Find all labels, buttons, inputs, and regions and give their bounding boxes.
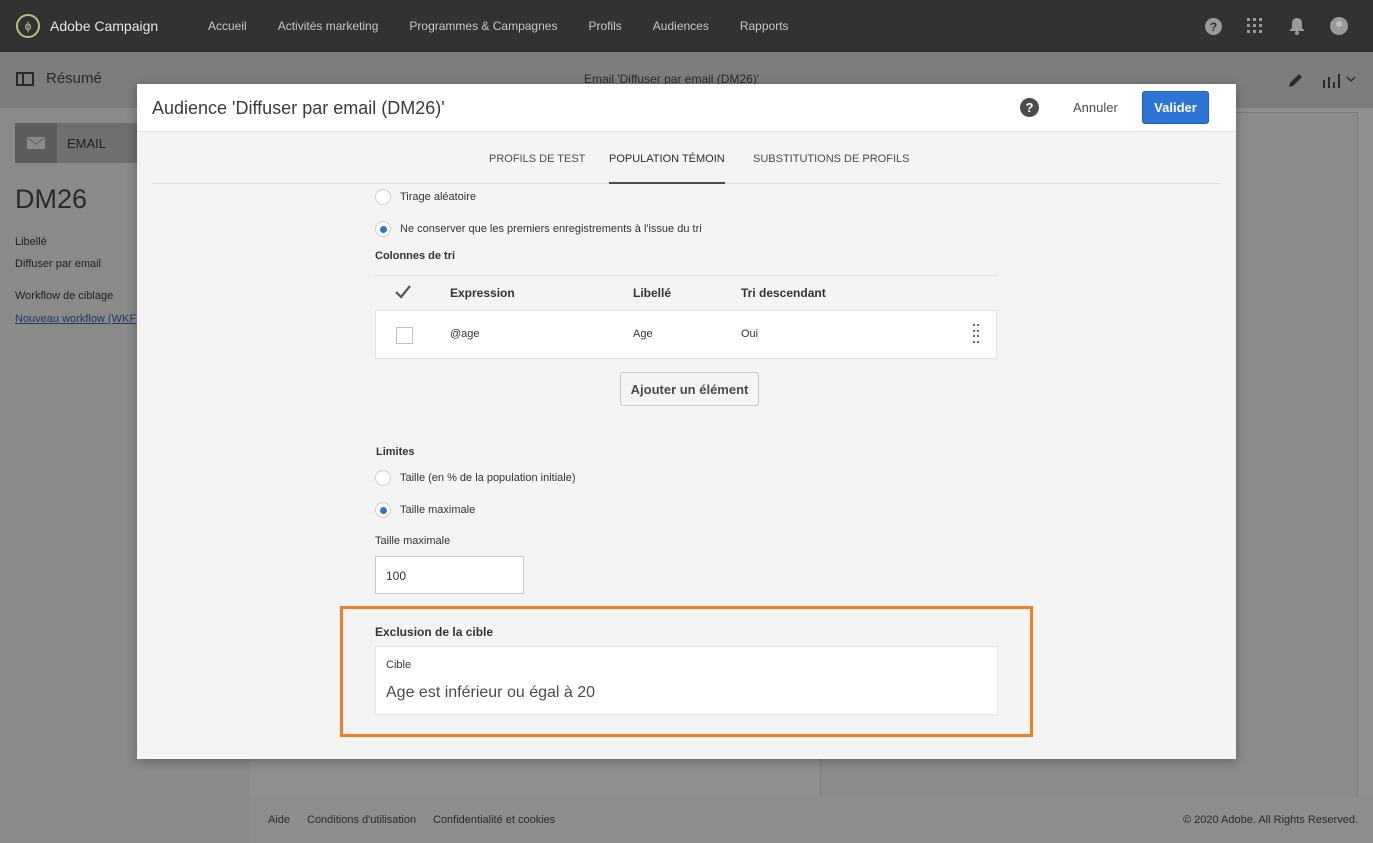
sort-columns-label: Colonnes de tri (375, 250, 456, 262)
sidebar-panel-icon (16, 71, 34, 86)
brand-name: Adobe Campaign (50, 18, 159, 34)
summary-toggle[interactable]: Résumé (16, 70, 102, 87)
radio-keep-first-label: Ne conserver que les premiers enregistre… (400, 223, 702, 235)
max-size-input[interactable]: 100 (375, 556, 524, 594)
radio-button[interactable] (375, 189, 391, 205)
libelle-label: Libellé (15, 236, 47, 248)
help-icon[interactable]: ? (1020, 98, 1039, 117)
footer-privacy-link[interactable]: Confidentialité et cookies (433, 814, 555, 826)
footer-copyright: © 2020 Adobe. All Rights Reserved. (1182, 814, 1358, 826)
nav-item-accueil[interactable]: Accueil (208, 19, 247, 33)
envelope-icon (15, 123, 57, 163)
top-navigation-bar: ɸ Adobe Campaign Accueil Activités marke… (0, 0, 1373, 52)
radio-button-selected[interactable] (375, 221, 391, 237)
add-element-button[interactable]: Ajouter un élément (620, 372, 759, 406)
column-header-libelle: Libellé (633, 286, 672, 300)
dialog-tabs: PROFILS DE TEST POPULATION TÉMOIN SUBSTI… (152, 132, 1220, 184)
radio-button-selected[interactable] (375, 502, 391, 518)
radio-random-draw[interactable]: Tirage aléatoire (375, 189, 476, 205)
tab-profils-de-test[interactable]: PROFILS DE TEST (489, 153, 585, 165)
table-row[interactable]: @age Age Oui (375, 310, 997, 359)
radio-size-percent[interactable]: Taille (en % de la population initiale) (375, 470, 576, 486)
audience-dialog: Audience 'Diffuser par email (DM26)' ? A… (137, 84, 1236, 759)
cell-tri: Oui (741, 328, 759, 340)
radio-random-draw-label: Tirage aléatoire (400, 191, 477, 203)
channel-label: EMAIL (67, 135, 107, 151)
nav-item-activites-marketing[interactable]: Activités marketing (278, 19, 379, 33)
tab-population-temoin[interactable]: POPULATION TÉMOIN (609, 153, 725, 184)
workflow-label: Workflow de ciblage (15, 290, 114, 302)
footer-help-link[interactable]: Aide (268, 814, 290, 826)
libelle-value: Diffuser par email (15, 258, 101, 270)
nav-item-programmes-campagnes[interactable]: Programmes & Campagnes (409, 19, 557, 33)
column-header-expression: Expression (450, 286, 515, 300)
analytics-chart-icon[interactable] (1322, 70, 1358, 95)
radio-size-max-label: Taille maximale (400, 504, 476, 516)
dialog-header: Audience 'Diffuser par email (DM26)' ? A… (137, 84, 1236, 132)
nav-item-profils[interactable]: Profils (588, 19, 621, 33)
cell-expression: @age (450, 328, 480, 340)
radio-size-max[interactable]: Taille maximale (375, 502, 475, 518)
drag-handle-icon[interactable] (973, 324, 979, 344)
dialog-title: Audience 'Diffuser par email (DM26)' (152, 98, 445, 118)
column-header-tri-descendant: Tri descendant (741, 286, 826, 300)
summary-label: Résumé (46, 70, 102, 87)
brand-logo[interactable]: ɸ Adobe Campaign (16, 14, 192, 38)
delivery-name: DM26 (15, 184, 88, 214)
radio-button[interactable] (375, 470, 391, 486)
limits-label: Limites (376, 446, 415, 458)
tab-substitutions-de-profils[interactable]: SUBSTITUTIONS DE PROFILS (753, 153, 909, 165)
main-nav: Accueil Activités marketing Programmes &… (208, 19, 820, 33)
svg-text:?: ? (1209, 20, 1216, 34)
exclusion-value: Age est inférieur ou égal à 20 (386, 684, 596, 701)
nav-item-rapports[interactable]: Rapports (740, 19, 789, 33)
footer-terms-link[interactable]: Conditions d'utilisation (307, 814, 416, 826)
adobe-campaign-logo-icon: ɸ (16, 14, 40, 38)
exclusion-caption: Cible (386, 659, 412, 671)
nav-item-audiences[interactable]: Audiences (653, 19, 709, 33)
validate-button[interactable]: Valider (1142, 91, 1209, 124)
select-all-check-icon[interactable] (395, 285, 411, 304)
user-avatar-icon[interactable] (1329, 16, 1349, 36)
channel-chip: EMAIL (15, 123, 140, 163)
help-icon[interactable]: ? (1203, 16, 1223, 36)
cell-libelle: Age (633, 328, 653, 340)
workflow-link[interactable]: Nouveau workflow (WKF (15, 313, 137, 325)
cancel-button[interactable]: Annuler (1073, 100, 1118, 115)
max-size-label: Taille maximale (375, 535, 451, 547)
exclusion-target-field[interactable]: Cible Age est inférieur ou égal à 20 (375, 646, 998, 715)
exclusion-title: Exclusion de la cible (375, 625, 494, 639)
bell-icon[interactable] (1287, 16, 1307, 36)
edit-pencil-icon[interactable] (1286, 70, 1306, 95)
page-footer: Aide Conditions d'utilisation Confidenti… (250, 797, 1373, 843)
sort-grid-header: Expression Libellé Tri descendant (375, 275, 997, 309)
apps-grid-icon[interactable] (1245, 16, 1265, 36)
radio-keep-first[interactable]: Ne conserver que les premiers enregistre… (375, 221, 702, 237)
row-checkbox[interactable] (396, 327, 413, 344)
radio-size-percent-label: Taille (en % de la population initiale) (400, 472, 576, 484)
